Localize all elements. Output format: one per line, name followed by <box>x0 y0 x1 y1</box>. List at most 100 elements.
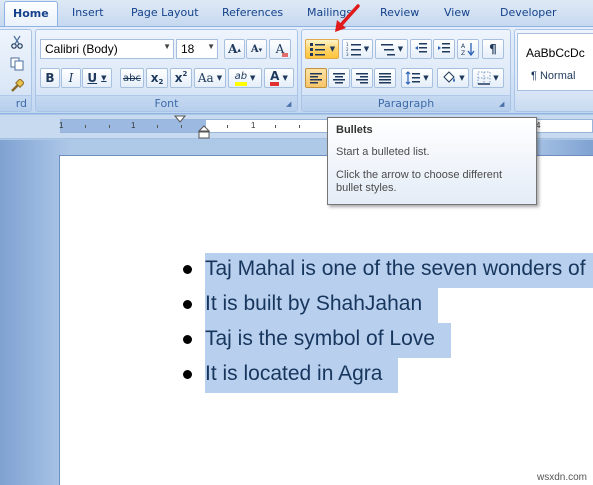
chevron-down-icon[interactable]: ▼ <box>101 74 106 82</box>
clear-formatting-button[interactable]: A <box>269 39 291 59</box>
bullet-list-icon <box>309 43 325 56</box>
line-spacing-icon <box>405 71 421 85</box>
document-page[interactable]: Taj Mahal is one of the seven wonders of… <box>60 156 593 485</box>
font-name-combo[interactable]: Calibri (Body) ▼ <box>40 39 174 59</box>
ruler-number: 1 <box>251 121 256 130</box>
paint-bucket-icon <box>443 71 456 83</box>
grow-arrow-icon: ▴ <box>237 44 241 54</box>
italic-button[interactable]: I <box>61 68 81 88</box>
tooltip-hint-line-1: Click the arrow to choose different <box>336 169 503 181</box>
chevron-down-icon[interactable]: ▼ <box>398 45 403 53</box>
list-item-text: It is built by ShahJahan <box>205 288 439 323</box>
chevron-down-icon[interactable]: ▼ <box>459 74 464 82</box>
ruler-tick <box>109 125 110 128</box>
font-name-value: Calibri (Body) <box>45 42 118 56</box>
pilcrow-icon: ¶ <box>489 42 497 56</box>
svg-text:A: A <box>461 43 466 50</box>
style-name-label: ¶ Normal <box>531 70 576 82</box>
tab-references-label: References <box>222 6 284 19</box>
numbered-list-icon: 1 2 3 <box>346 42 361 56</box>
borders-button[interactable]: ▼ <box>472 68 504 88</box>
justify-button[interactable] <box>374 68 396 88</box>
subscript-2-icon: 2 <box>158 78 164 86</box>
chevron-down-icon[interactable]: ▼ <box>330 45 335 53</box>
scissors-icon <box>11 35 23 49</box>
list-item-text: Taj is the symbol of Love <box>205 323 451 358</box>
clipboard-group-label: rd <box>0 95 31 111</box>
multilevel-list-button[interactable]: ▼ <box>375 39 408 59</box>
tooltip-title: Bullets <box>336 124 373 136</box>
ruler-number: 1 <box>131 121 136 130</box>
outdent-icon <box>415 43 427 53</box>
highlighter-icon: ab <box>234 71 248 86</box>
bullets-button[interactable]: ▼ <box>305 39 339 59</box>
tab-developer[interactable]: Developer <box>500 6 557 19</box>
tab-view[interactable]: View <box>444 6 470 19</box>
sort-az-icon: AZ <box>461 43 475 56</box>
style-normal-tile[interactable]: AaBbCcDc ¶ Normal <box>517 33 593 91</box>
hanging-indent-marker-icon[interactable] <box>198 125 210 139</box>
change-case-glyph: Aa <box>197 71 214 85</box>
chevron-down-icon[interactable]: ▼ <box>493 74 498 82</box>
superscript-button[interactable]: x2 <box>170 68 192 88</box>
font-group: Calibri (Body) ▼ 18 ▼ A ▴ A ▾ A B I U ▼ abc… <box>35 29 298 112</box>
bullet-icon <box>183 335 192 344</box>
show-formatting-button[interactable]: ¶ <box>482 39 504 59</box>
tab-page-layout-label: Page Layout <box>131 6 199 19</box>
superscript-glyph: x <box>174 71 183 85</box>
font-group-label: Font <box>36 95 297 111</box>
strikethrough-glyph: abc <box>123 72 141 84</box>
dialog-launcher-icon[interactable]: ◢ <box>286 100 294 108</box>
chevron-down-icon[interactable]: ▼ <box>364 45 369 53</box>
tab-insert[interactable]: Insert <box>72 6 104 19</box>
increase-indent-button[interactable] <box>433 39 455 59</box>
bold-button[interactable]: B <box>40 68 60 88</box>
align-center-button[interactable] <box>328 68 350 88</box>
align-left-icon <box>310 73 322 84</box>
chevron-down-icon[interactable]: ▼ <box>282 74 287 82</box>
cut-button[interactable] <box>7 32 27 52</box>
grow-font-button[interactable]: A ▴ <box>224 39 245 59</box>
tab-references[interactable]: References <box>222 6 283 19</box>
indent-icon <box>438 43 450 53</box>
tooltip-description: Start a bulleted list. <box>336 146 430 158</box>
align-right-button[interactable] <box>351 68 373 88</box>
chevron-down-icon[interactable]: ▼ <box>423 74 428 82</box>
highlight-button[interactable]: ab ▼ <box>228 68 262 88</box>
strikethrough-button[interactable]: abc <box>120 68 144 88</box>
chevron-down-icon[interactable]: ▼ <box>217 74 222 82</box>
subscript-button[interactable]: x2 <box>146 68 168 88</box>
align-center-icon <box>333 73 345 84</box>
copy-button[interactable] <box>7 54 27 74</box>
tab-review[interactable]: Review <box>380 6 419 19</box>
align-left-button[interactable] <box>305 68 327 88</box>
font-size-combo[interactable]: 18 ▼ <box>176 39 218 59</box>
shading-button[interactable]: ▼ <box>437 68 469 88</box>
watermark: wsxdn.com <box>536 472 587 483</box>
chevron-down-icon[interactable]: ▼ <box>163 42 171 51</box>
ruler-tick <box>85 125 86 128</box>
chevron-down-icon[interactable]: ▼ <box>207 42 215 51</box>
format-painter-button[interactable] <box>7 76 27 96</box>
decrease-indent-button[interactable] <box>410 39 432 59</box>
eraser-icon <box>282 53 288 57</box>
font-color-button[interactable]: A ▼ <box>264 68 294 88</box>
numbering-button[interactable]: 1 2 3 ▼ <box>342 39 373 59</box>
sort-button[interactable]: AZ <box>457 39 479 59</box>
first-line-indent-marker-icon[interactable] <box>174 115 186 125</box>
line-spacing-button[interactable]: ▼ <box>401 68 433 88</box>
chevron-down-icon[interactable]: ▼ <box>250 74 255 82</box>
underline-button[interactable]: U ▼ <box>82 68 112 88</box>
shrink-font-button[interactable]: A ▾ <box>246 39 267 59</box>
dialog-launcher-icon[interactable]: ◢ <box>499 100 507 108</box>
tab-home[interactable]: Home <box>4 1 58 27</box>
font-size-value: 18 <box>181 42 195 56</box>
tab-page-layout[interactable]: Page Layout <box>131 6 199 19</box>
justify-icon <box>379 73 391 84</box>
tab-insert-label: Insert <box>72 6 104 19</box>
ruler-tick <box>157 125 158 128</box>
paragraph-group: ▼ 1 2 3 ▼ ▼ A Z ¶ ▼ ▼ ▼ Paragraph ◢ <box>301 29 511 112</box>
change-case-button[interactable]: Aa ▼ <box>194 68 226 88</box>
copy-icon <box>10 57 24 71</box>
svg-text:3: 3 <box>346 52 349 56</box>
